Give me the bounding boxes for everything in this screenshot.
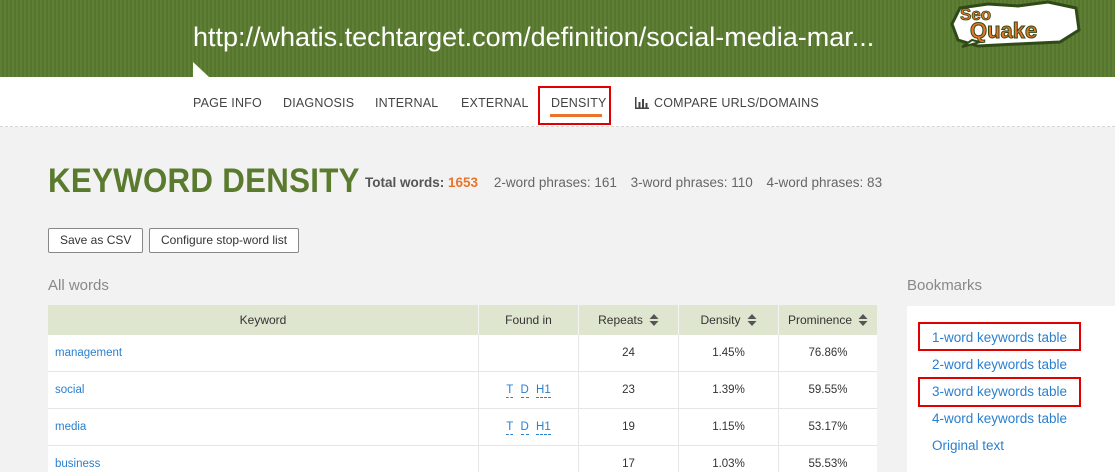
found-in-cell: T D H1 (478, 372, 578, 409)
seoquake-logo[interactable]: Seo Quake (948, 0, 1083, 48)
header-bar: http://whatis.techtarget.com/definition/… (0, 0, 1115, 77)
col-repeats-label: Repeats (598, 313, 643, 327)
bar-chart-icon (635, 97, 649, 109)
col-keyword-label: Keyword (239, 313, 287, 327)
prominence-cell: 55.53% (778, 446, 877, 472)
total-words-value: 1653 (448, 175, 479, 190)
repeats-cell: 19 (578, 409, 678, 446)
table-header: Keyword Found in Repeats Density Promine… (48, 305, 877, 335)
sort-icon[interactable] (858, 313, 868, 327)
found-tag-description[interactable]: D (520, 384, 529, 398)
found-in-cell: T D H1 (478, 409, 578, 446)
col-prominence[interactable]: Prominence (778, 305, 877, 335)
tab-internal[interactable]: INTERNAL (375, 96, 438, 110)
two-word-phrases: 2-word phrases: 161 (493, 175, 617, 190)
all-words-heading: All words (48, 277, 109, 294)
col-prominence-label: Prominence (787, 313, 853, 327)
save-csv-button[interactable]: Save as CSV (48, 228, 144, 253)
keyword-link[interactable]: management (48, 335, 478, 372)
density-highlight-box (538, 86, 611, 125)
col-density-label: Density (700, 313, 741, 327)
svg-text:Quake: Quake (970, 18, 1037, 43)
found-tag-h1[interactable]: H1 (536, 384, 551, 398)
prominence-cell: 53.17% (778, 409, 877, 446)
repeats-cell: 17 (578, 446, 678, 472)
page-url: http://whatis.techtarget.com/definition/… (193, 22, 875, 52)
table-row: management 24 1.45% 76.86% (48, 335, 877, 372)
four-word-phrases: 4-word phrases: 83 (766, 175, 883, 190)
col-repeats[interactable]: Repeats (578, 305, 678, 335)
page-title: KEYWORD DENSITY (48, 162, 360, 200)
tab-compare-urls[interactable]: COMPARE URLS/DOMAINS (654, 96, 819, 110)
sort-icon[interactable] (747, 313, 757, 327)
keyword-link[interactable]: social (48, 372, 478, 409)
prominence-cell: 76.86% (778, 335, 877, 372)
table-row: social T D H1 23 1.39% 59.55% (48, 372, 877, 409)
bookmark-2-word[interactable]: 2-word keywords table (932, 357, 1067, 372)
found-tag-title[interactable]: T (506, 421, 514, 435)
repeats-cell: 24 (578, 335, 678, 372)
keywords-table: Keyword Found in Repeats Density Promine… (48, 305, 877, 472)
density-cell: 1.03% (678, 446, 778, 472)
keyword-link[interactable]: media (48, 409, 478, 446)
bookmark-highlight-box (918, 322, 1081, 351)
keyword-link[interactable]: business (48, 446, 478, 472)
bookmark-original-text[interactable]: Original text (932, 438, 1004, 453)
prominence-cell: 59.55% (778, 372, 877, 409)
density-cell: 1.45% (678, 335, 778, 372)
table-row: media T D H1 19 1.15% 53.17% (48, 409, 877, 446)
found-in-cell (478, 446, 578, 472)
bookmark-highlight-box (918, 377, 1081, 407)
col-density[interactable]: Density (678, 305, 778, 335)
sort-icon[interactable] (649, 313, 659, 327)
three-word-phrases: 3-word phrases: 110 (630, 175, 753, 190)
col-found-in-label: Found in (505, 313, 552, 327)
density-cell: 1.39% (678, 372, 778, 409)
url-pointer (193, 62, 209, 77)
bookmark-4-word[interactable]: 4-word keywords table (932, 411, 1067, 426)
found-in-cell (478, 335, 578, 372)
word-stats: Total words: 1653 2-word phrases: 161 3-… (365, 175, 892, 190)
configure-stopwords-button[interactable]: Configure stop-word list (149, 228, 300, 253)
table-row: business 17 1.03% 55.53% (48, 446, 877, 472)
found-tag-h1[interactable]: H1 (536, 421, 551, 435)
found-tag-description[interactable]: D (520, 421, 529, 435)
total-words-label: Total words: (365, 175, 445, 190)
tab-diagnosis[interactable]: DIAGNOSIS (283, 96, 354, 110)
bookmarks-heading: Bookmarks (907, 277, 983, 294)
tab-page-info[interactable]: PAGE INFO (193, 96, 262, 110)
found-tag-title[interactable]: T (506, 384, 514, 398)
col-found-in: Found in (478, 305, 578, 335)
repeats-cell: 23 (578, 372, 678, 409)
tab-external[interactable]: EXTERNAL (461, 96, 529, 110)
col-keyword[interactable]: Keyword (48, 305, 478, 335)
density-cell: 1.15% (678, 409, 778, 446)
